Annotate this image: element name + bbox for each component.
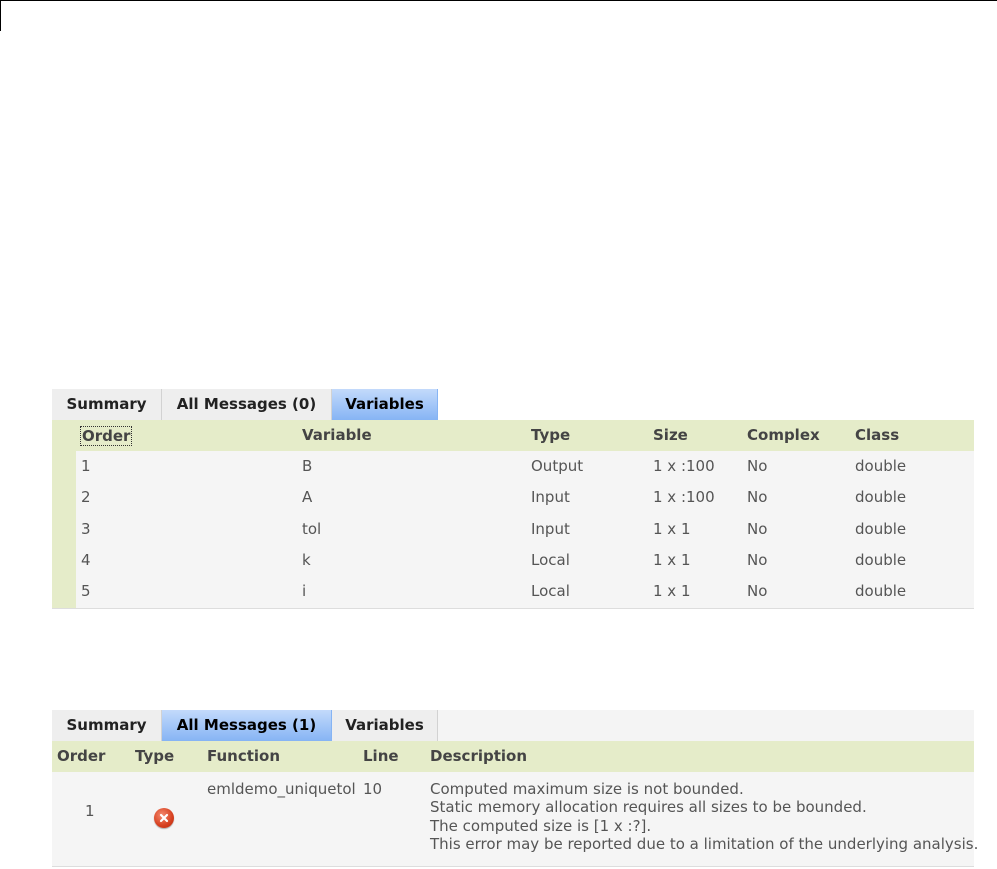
cell-variable: A bbox=[302, 488, 313, 507]
cell-line-link[interactable]: 10 bbox=[363, 780, 382, 798]
cell-variable: i bbox=[302, 582, 307, 601]
cell-size: 1 x :100 bbox=[653, 457, 715, 475]
table-row[interactable]: 4 k Local 1 x 1 No double bbox=[52, 545, 974, 576]
cell-complex: No bbox=[747, 488, 768, 507]
cell-complex: No bbox=[747, 550, 768, 569]
column-header-variable[interactable]: Variable bbox=[302, 420, 372, 451]
cell-class: double bbox=[855, 582, 907, 601]
cell-complex: No bbox=[747, 582, 768, 601]
cell-size: 1 x 1 bbox=[653, 519, 691, 538]
variables-table: Order Variable Type Size Complex Class 1… bbox=[52, 420, 974, 609]
tab-variables[interactable]: Variables bbox=[332, 710, 438, 741]
tab-bar: Summary All Messages (0) Variables bbox=[52, 389, 974, 420]
error-icon bbox=[154, 808, 174, 828]
cell-complex: No bbox=[747, 519, 768, 538]
column-header-order[interactable]: Order bbox=[57, 741, 105, 772]
report-panel-messages: Summary All Messages (1) Variables Order… bbox=[52, 710, 978, 867]
column-header-function[interactable]: Function bbox=[207, 741, 280, 772]
tab-all-messages[interactable]: All Messages (1) bbox=[162, 710, 332, 741]
cell-type: Local bbox=[531, 550, 570, 569]
messages-table: Order Type Function Line Description 1 e… bbox=[52, 741, 978, 867]
table-row[interactable]: 1 B Output 1 x :100 No double bbox=[52, 451, 974, 482]
cell-type: Output bbox=[531, 457, 584, 475]
description-line: The computed size is [1 x :?]. bbox=[430, 816, 652, 835]
column-header-description[interactable]: Description bbox=[430, 741, 527, 772]
table-row[interactable]: 3 tol Input 1 x 1 No double bbox=[52, 514, 974, 545]
tab-all-messages[interactable]: All Messages (0) bbox=[162, 389, 332, 420]
cell-size: 1 x :100 bbox=[653, 488, 715, 507]
cell-variable: tol bbox=[302, 519, 322, 538]
cell-function-link[interactable]: emldemo_uniquetol bbox=[207, 780, 356, 798]
column-header-line[interactable]: Line bbox=[363, 741, 399, 772]
cell-class: double bbox=[855, 488, 907, 507]
tab-summary[interactable]: Summary bbox=[52, 389, 162, 420]
top-border-line bbox=[0, 0, 997, 1]
table-row[interactable]: 5 i Local 1 x 1 No double bbox=[52, 576, 974, 607]
tab-bar-filler bbox=[438, 710, 974, 741]
column-header-type[interactable]: Type bbox=[135, 741, 174, 772]
cell-order: 2 bbox=[81, 488, 91, 507]
tab-bar: Summary All Messages (1) Variables bbox=[52, 710, 974, 741]
cell-type: Input bbox=[531, 488, 570, 507]
cell-order: 1 bbox=[85, 802, 95, 820]
column-header-type[interactable]: Type bbox=[531, 420, 570, 451]
cell-type: Input bbox=[531, 519, 570, 538]
left-border-line bbox=[0, 0, 1, 31]
cell-complex: No bbox=[747, 457, 768, 475]
table-header: Order Variable Type Size Complex Class bbox=[52, 420, 974, 451]
cell-order: 1 bbox=[81, 457, 91, 475]
column-header-size[interactable]: Size bbox=[653, 420, 688, 451]
column-header-class[interactable]: Class bbox=[855, 420, 899, 451]
description-line: Static memory allocation requires all si… bbox=[430, 798, 867, 817]
cell-class: double bbox=[855, 550, 907, 569]
cell-variable: B bbox=[302, 457, 313, 475]
cell-type: Local bbox=[531, 582, 570, 601]
table-header: Order Type Function Line Description bbox=[52, 741, 974, 772]
tab-variables[interactable]: Variables bbox=[332, 389, 438, 420]
description-line: This error may be reported due to a limi… bbox=[430, 835, 979, 854]
cell-size: 1 x 1 bbox=[653, 582, 691, 601]
description-line: Computed maximum size is not bounded. bbox=[430, 780, 744, 798]
cell-description: Computed maximum size is not bounded. St… bbox=[430, 780, 978, 854]
table-row[interactable]: 1 emldemo_uniquetol 10 Computed maximum … bbox=[52, 772, 978, 865]
report-panel-variables: Summary All Messages (0) Variables Order… bbox=[52, 389, 974, 609]
column-header-complex[interactable]: Complex bbox=[747, 420, 820, 451]
table-row[interactable]: 2 A Input 1 x :100 No double bbox=[52, 482, 974, 513]
cell-variable: k bbox=[302, 550, 311, 569]
cell-size: 1 x 1 bbox=[653, 550, 691, 569]
column-header-order[interactable]: Order bbox=[80, 426, 133, 446]
cell-class: double bbox=[855, 457, 907, 475]
cell-order: 4 bbox=[81, 550, 91, 569]
cell-order: 3 bbox=[81, 519, 91, 538]
cell-order: 5 bbox=[81, 582, 91, 601]
tab-summary[interactable]: Summary bbox=[52, 710, 162, 741]
cell-class: double bbox=[855, 519, 907, 538]
